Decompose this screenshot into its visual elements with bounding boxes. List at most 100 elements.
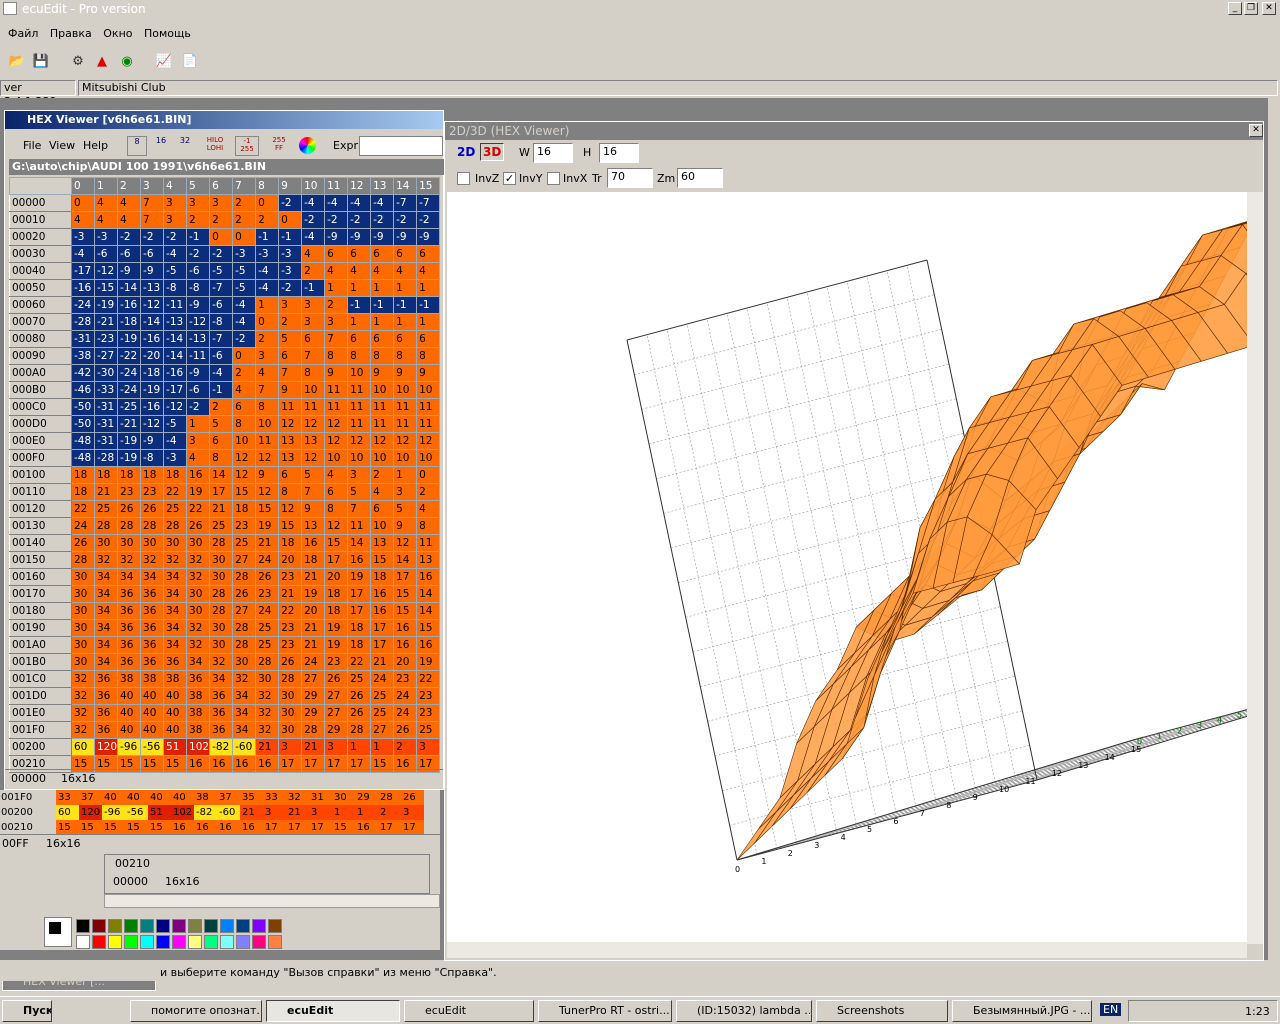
hex-cell[interactable]: 12 bbox=[324, 415, 349, 433]
palette-color[interactable] bbox=[156, 935, 170, 949]
hex-cell[interactable]: -6 bbox=[209, 296, 234, 314]
hex-cell[interactable]: 34 bbox=[93, 636, 119, 654]
hex-cell[interactable]: 1 bbox=[393, 313, 418, 331]
hex-cell[interactable]: -8 bbox=[163, 279, 188, 297]
hex-cell[interactable]: 7 bbox=[255, 381, 280, 399]
palette-color[interactable] bbox=[172, 919, 186, 933]
hex-cell[interactable]: -6 bbox=[140, 245, 165, 263]
minimize-button[interactable]: _ bbox=[1228, 2, 1242, 15]
hex-cell[interactable]: 4 bbox=[117, 194, 142, 212]
hex-cell[interactable]: -7 bbox=[209, 330, 234, 348]
hex-cell[interactable]: -2 bbox=[370, 211, 395, 229]
hex-cell[interactable]: 21 bbox=[255, 534, 280, 552]
hex-menu-view[interactable]: View bbox=[49, 139, 75, 152]
w-input[interactable]: 16 bbox=[533, 143, 573, 163]
hex-cell[interactable]: 28 bbox=[232, 568, 257, 586]
hex-cell[interactable]: 40 bbox=[171, 790, 194, 805]
hex-cell[interactable]: 32 bbox=[140, 551, 165, 569]
hex-cell[interactable]: -82 bbox=[194, 805, 217, 820]
hex-cell[interactable]: -4 bbox=[209, 364, 234, 382]
hex-cell[interactable]: 6 bbox=[278, 466, 303, 484]
hex-cell[interactable]: 9 bbox=[324, 364, 349, 382]
hex-cell[interactable]: 34 bbox=[93, 602, 119, 620]
hex-cell[interactable]: 22 bbox=[278, 602, 303, 620]
hex-cell[interactable]: 32 bbox=[71, 721, 95, 739]
hex-cell[interactable]: 27 bbox=[301, 670, 326, 688]
mode-3d-button[interactable]: 3D bbox=[480, 143, 505, 161]
save-icon[interactable]: 💾 bbox=[31, 52, 51, 72]
hex-cell[interactable]: 33 bbox=[56, 790, 79, 805]
hex-cell[interactable]: 60 bbox=[71, 738, 95, 756]
hex-cell[interactable]: -2 bbox=[301, 211, 326, 229]
hex-cell[interactable]: -3 bbox=[278, 262, 303, 280]
hex-cell[interactable]: 4 bbox=[324, 466, 349, 484]
hex-cell[interactable]: -2 bbox=[347, 211, 372, 229]
hex-cell[interactable]: 17 bbox=[347, 585, 372, 603]
hex-cell[interactable]: 40 bbox=[148, 790, 171, 805]
palette-color[interactable] bbox=[236, 935, 250, 949]
hex-cell[interactable]: 0 bbox=[255, 313, 280, 331]
hex-cell[interactable]: 7 bbox=[140, 211, 165, 229]
hex-cell[interactable]: 15 bbox=[79, 820, 102, 835]
menu-help[interactable]: Помощь bbox=[140, 25, 195, 42]
hex-cell[interactable]: 4 bbox=[393, 262, 418, 280]
palette-color[interactable] bbox=[252, 919, 266, 933]
hex-cell[interactable]: 8 bbox=[416, 347, 441, 365]
hex-cell[interactable]: 1 bbox=[355, 805, 378, 820]
hex-cell[interactable]: 30 bbox=[278, 721, 303, 739]
hex-cell[interactable]: 36 bbox=[209, 721, 234, 739]
hex-cell[interactable]: -3 bbox=[232, 245, 257, 263]
hex-cell[interactable]: 13 bbox=[301, 432, 326, 450]
color-palette[interactable] bbox=[44, 915, 304, 951]
hex-cell[interactable]: 15 bbox=[232, 483, 257, 501]
hex-cell[interactable]: 1 bbox=[416, 313, 441, 331]
hex-cell[interactable]: -24 bbox=[117, 364, 142, 382]
hex-cell[interactable]: 2 bbox=[255, 211, 280, 229]
hex-cell[interactable]: 11 bbox=[416, 534, 441, 552]
hex-cell[interactable]: -4 bbox=[71, 245, 95, 263]
hex-cell[interactable]: -24 bbox=[117, 381, 142, 399]
hex-cell[interactable]: 15 bbox=[393, 585, 418, 603]
hex-cell[interactable]: 2 bbox=[324, 296, 349, 314]
hex-cell[interactable]: -11 bbox=[186, 347, 211, 365]
hex-cell[interactable]: 6 bbox=[301, 330, 326, 348]
hex-cell[interactable]: 34 bbox=[232, 704, 257, 722]
hex-cell[interactable]: 40 bbox=[140, 721, 165, 739]
hex-cell[interactable]: 38 bbox=[194, 790, 217, 805]
hex-cell[interactable]: 15 bbox=[56, 820, 79, 835]
menu-edit[interactable]: Правка bbox=[46, 25, 96, 42]
hex-cell[interactable]: -4 bbox=[255, 262, 280, 280]
hex-cell[interactable]: -12 bbox=[140, 296, 165, 314]
hex-cell[interactable]: 12 bbox=[324, 517, 349, 535]
hex-cell[interactable]: -9 bbox=[393, 228, 418, 246]
hex-cell[interactable]: 16 bbox=[355, 820, 378, 835]
hex-cell[interactable]: -4 bbox=[301, 228, 326, 246]
hex-cell[interactable]: 20 bbox=[393, 653, 418, 671]
hex-cell[interactable]: 25 bbox=[163, 500, 188, 518]
hex-cell[interactable]: 16 bbox=[393, 636, 418, 654]
hex-cell[interactable]: 3 bbox=[324, 313, 349, 331]
hex-cell[interactable]: -48 bbox=[71, 449, 95, 467]
hex-cell[interactable]: 40 bbox=[117, 721, 142, 739]
hex-cell[interactable]: 27 bbox=[232, 551, 257, 569]
hex-cell[interactable]: 26 bbox=[140, 500, 165, 518]
hex-cell[interactable]: -56 bbox=[140, 738, 165, 756]
hex-cell[interactable]: 24 bbox=[370, 670, 395, 688]
hex-cell[interactable]: 12 bbox=[255, 449, 280, 467]
palette-color[interactable] bbox=[124, 919, 138, 933]
hex-cell[interactable]: -12 bbox=[93, 262, 119, 280]
hex-cell[interactable]: -19 bbox=[117, 449, 142, 467]
hex-cell[interactable]: 34 bbox=[163, 619, 188, 637]
hex-cell[interactable]: -12 bbox=[140, 415, 165, 433]
hex-cell[interactable]: 25 bbox=[255, 619, 280, 637]
hex-cell[interactable]: 20 bbox=[324, 568, 349, 586]
mode-2d-button[interactable]: 2D bbox=[457, 145, 475, 159]
palette-color[interactable] bbox=[108, 935, 122, 949]
palette-color[interactable] bbox=[188, 935, 202, 949]
hex-cell[interactable]: 7 bbox=[301, 347, 326, 365]
hex-cell[interactable]: -4 bbox=[163, 245, 188, 263]
hex-cell[interactable]: 6 bbox=[370, 245, 395, 263]
hex-cell[interactable]: 28 bbox=[209, 585, 234, 603]
hex-cell[interactable]: -6 bbox=[186, 262, 211, 280]
hex-cell[interactable]: 15 bbox=[125, 820, 148, 835]
